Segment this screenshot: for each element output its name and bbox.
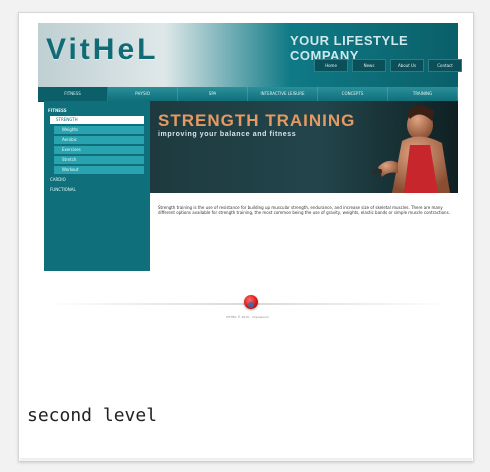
sidebar-item-exercises[interactable]: Exercises [54,146,144,154]
footer-text: VITHEL © 2010 - impressum [226,315,269,319]
banner-subtitle: improving your balance and fitness [158,131,297,138]
footer-logo-ball-icon [244,295,258,309]
content-paragraph: Strength training is the use of resistan… [158,205,450,215]
sidebar: FITNESS STRENGTH Weights Aerobic Exercis… [44,101,150,271]
main-nav: FITNESS PHYSIO SPA INTERACTIVE LEISURE C… [38,87,458,102]
nav-item-interactive-leisure[interactable]: INTERACTIVE LEISURE [248,87,318,101]
site-logo: VitHeL [46,33,159,66]
sidebar-item-functional[interactable]: FUNCTIONAL [46,186,144,194]
sidebar-item-aerobic[interactable]: Aerobic [54,136,144,144]
sidebar-item-stretch[interactable]: Stretch [54,156,144,164]
nav-item-training[interactable]: TRAINING [388,87,458,101]
caption-label: second level [27,405,158,426]
sidebar-item-strength[interactable]: STRENGTH [50,116,144,124]
nav-item-spa[interactable]: SPA [178,87,248,101]
card-shadow [20,458,472,464]
nav-item-concepts[interactable]: CONCEPTS [318,87,388,101]
thumbnail-card[interactable]: VitHeL YOUR LIFESTYLE COMPANY Home News … [18,12,474,462]
top-links: Home News About Us Contact [314,59,462,72]
top-link-home[interactable]: Home [314,59,348,72]
sidebar-item-cardio[interactable]: CARDIO [46,176,144,184]
top-link-contact[interactable]: Contact [428,59,462,72]
hero-banner: STRENGTH TRAINING improving your balance… [150,101,458,193]
sidebar-item-weights[interactable]: Weights [54,126,144,134]
site-header: VitHeL YOUR LIFESTYLE COMPANY Home News … [38,23,462,88]
athlete-image [372,105,450,193]
nav-item-physio[interactable]: PHYSIO [108,87,178,101]
top-link-news[interactable]: News [352,59,386,72]
banner-title: STRENGTH TRAINING [158,111,356,130]
sidebar-heading: FITNESS [48,108,67,113]
website-preview: VitHeL YOUR LIFESTYLE COMPANY Home News … [38,23,462,323]
nav-item-fitness[interactable]: FITNESS [38,87,108,101]
sidebar-item-workout[interactable]: Workout [54,166,144,174]
top-link-about[interactable]: About Us [390,59,424,72]
